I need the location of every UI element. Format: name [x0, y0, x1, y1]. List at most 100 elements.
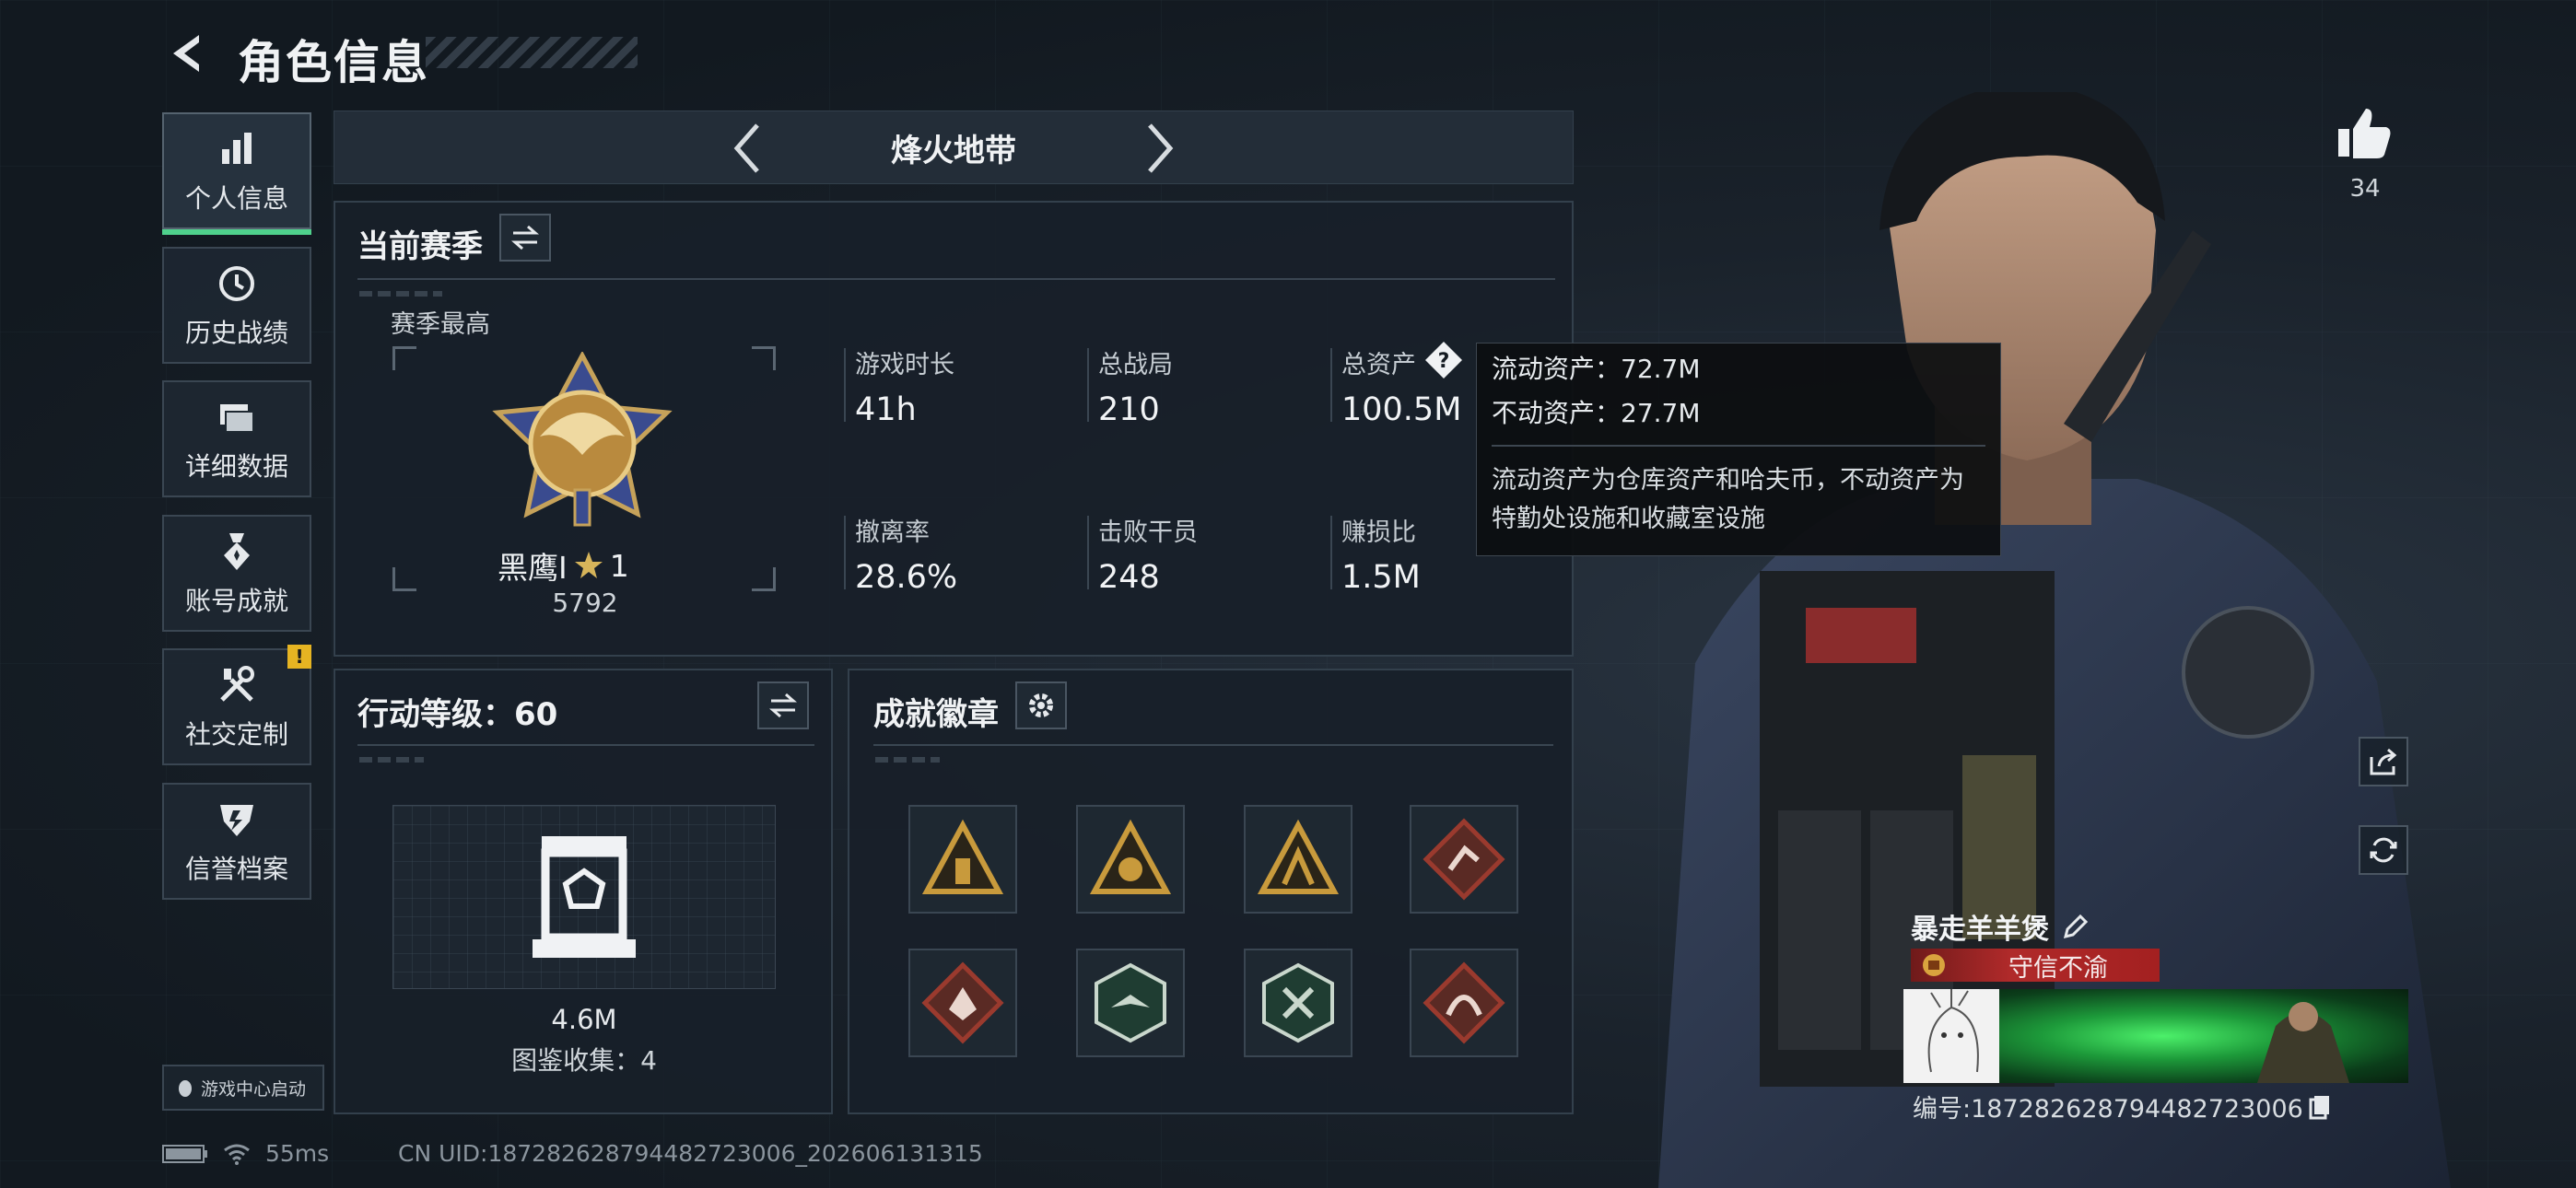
share-icon [2370, 748, 2397, 775]
level-switch-button[interactable] [757, 681, 809, 729]
edit-pencil-icon[interactable] [2062, 913, 2090, 940]
sidebar-item-personal-info[interactable]: 个人信息 [162, 112, 311, 235]
divider [1330, 348, 1332, 422]
notification-badge: ! [287, 645, 311, 669]
chevron-right-icon[interactable] [1137, 120, 1181, 177]
stat-value: 248 [1098, 559, 1160, 596]
divider [873, 744, 1553, 746]
sidebar-item-label: 历史战绩 [184, 317, 288, 348]
sidebar-item-label: 账号成就 [184, 585, 288, 616]
thumbs-up-icon[interactable] [2335, 103, 2394, 162]
stat-total-matches: 总战局 210 [1098, 344, 1173, 428]
title-decoration [426, 37, 638, 68]
stat-label: 赚损比 [1341, 518, 1416, 547]
rank-stars: 1 [609, 547, 629, 584]
rank-name: 黑鹰I 1 [498, 543, 629, 588]
diamond-dragon-badge-icon [1423, 961, 1505, 1044]
chevron-left-icon[interactable] [726, 120, 770, 177]
stat-label: 撤离率 [855, 518, 930, 547]
triangle-figure-badge-icon [1257, 819, 1340, 894]
swap-icon [511, 225, 539, 250]
stat-kills: 击败干员 248 [1098, 512, 1198, 596]
season-title: 当前赛季 [357, 228, 483, 265]
svg-text:?: ? [1438, 350, 1450, 373]
diamond-runner-badge-icon [1423, 818, 1505, 901]
rotate-button[interactable] [2359, 825, 2408, 875]
rank-score: 5792 [552, 588, 618, 618]
sidebar-item-label: 详细数据 [184, 450, 288, 482]
season-best-label: 赛季最高 [391, 310, 490, 339]
stat-value: 100.5M [1341, 391, 1462, 428]
badge-item[interactable] [1410, 805, 1518, 914]
stat-label: 游戏时长 [855, 351, 954, 379]
divider [844, 516, 846, 589]
tooltip-description: 流动资产为仓库资产和哈夫币，不动资产为特勤处设施和收藏室设施 [1492, 466, 1964, 533]
folder-stack-icon [220, 403, 254, 433]
sidebar-item-achievements[interactable]: 账号成就 [162, 515, 311, 632]
sidebar-item-label: 个人信息 [184, 182, 288, 214]
action-level-title: 行动等级：60 [357, 696, 558, 733]
hex-bird-badge-icon [1095, 962, 1166, 1043]
diamond-wolf-badge-icon [921, 961, 1004, 1044]
badge-item[interactable] [908, 949, 1017, 1057]
shield-emblem-icon [220, 804, 253, 836]
rank-emblem-icon [492, 352, 673, 527]
player-id-text: 编号:187282628794482723006 [1913, 1095, 2303, 1124]
badge-item[interactable] [1076, 805, 1185, 914]
medal-icon [224, 532, 250, 570]
divider [1087, 348, 1089, 422]
player-name-text: 暴走羊羊煲 [1911, 914, 2049, 946]
triangle-gold-badge-icon [921, 819, 1004, 894]
history-clock-icon [219, 265, 254, 301]
star-icon [574, 552, 603, 578]
divider [1330, 516, 1332, 589]
wifi-icon [224, 1144, 250, 1165]
badge-item[interactable] [1076, 949, 1185, 1057]
help-icon[interactable]: ? [1424, 341, 1463, 379]
banner-card [1999, 989, 2408, 1083]
badge-item[interactable] [908, 805, 1017, 914]
badge-item[interactable] [1244, 805, 1352, 914]
copy-icon[interactable] [2309, 1094, 2331, 1120]
collection-value: 4.6M [551, 1004, 617, 1035]
stat-play-time: 游戏时长 41h [855, 344, 954, 428]
game-center-label: 游戏中心启动 [201, 1078, 307, 1100]
badge-item[interactable] [1244, 949, 1352, 1057]
status-bar: 55ms [162, 1140, 329, 1167]
stat-label: 击败干员 [1098, 518, 1198, 547]
sidebar-item-label: 社交定制 [184, 718, 288, 750]
rank-name-text: 黑鹰I [498, 550, 568, 586]
game-center-button[interactable]: 游戏中心启动 [162, 1065, 324, 1111]
ping-value: 55ms [265, 1140, 330, 1167]
stat-value: 210 [1098, 391, 1160, 428]
share-button[interactable] [2359, 737, 2408, 786]
decor-line [875, 757, 940, 763]
mode-title: 烽火地带 [891, 133, 1016, 169]
collection-count: 图鉴收集：4 [511, 1045, 657, 1076]
season-switch-button[interactable] [499, 214, 551, 262]
sidebar-item-reputation[interactable]: 信誉档案 [162, 783, 311, 900]
triangle-hand-badge-icon [1089, 819, 1172, 894]
hex-tools-badge-icon [1262, 962, 1334, 1043]
player-id: 编号:187282628794482723006 [1913, 1089, 2331, 1124]
player-title-text: 守信不渝 [2008, 953, 2108, 983]
seal-icon [1911, 949, 1957, 982]
divider [1492, 445, 1985, 447]
divider [844, 348, 846, 422]
stat-profit-ratio: 赚损比 1.5M [1341, 512, 1421, 596]
badges-settings-button[interactable] [1015, 681, 1067, 729]
uid-text: CN UID:187282628794482723006_20260613131… [398, 1140, 983, 1167]
sidebar-item-history[interactable]: 历史战绩 [162, 247, 311, 364]
divider [357, 278, 1555, 280]
like-count: 34 [2349, 175, 2381, 203]
battery-icon [162, 1144, 207, 1163]
player-banner[interactable] [1903, 989, 2408, 1083]
back-arrow-icon[interactable] [162, 29, 210, 77]
page-title: 角色信息 [238, 36, 429, 89]
avatar-sketch [1903, 989, 1999, 1083]
tools-icon [220, 665, 254, 702]
decor-line [359, 291, 442, 297]
sidebar-item-detail-data[interactable]: 详细数据 [162, 380, 311, 497]
badge-item[interactable] [1410, 949, 1518, 1057]
badges-title: 成就徽章 [873, 696, 999, 733]
